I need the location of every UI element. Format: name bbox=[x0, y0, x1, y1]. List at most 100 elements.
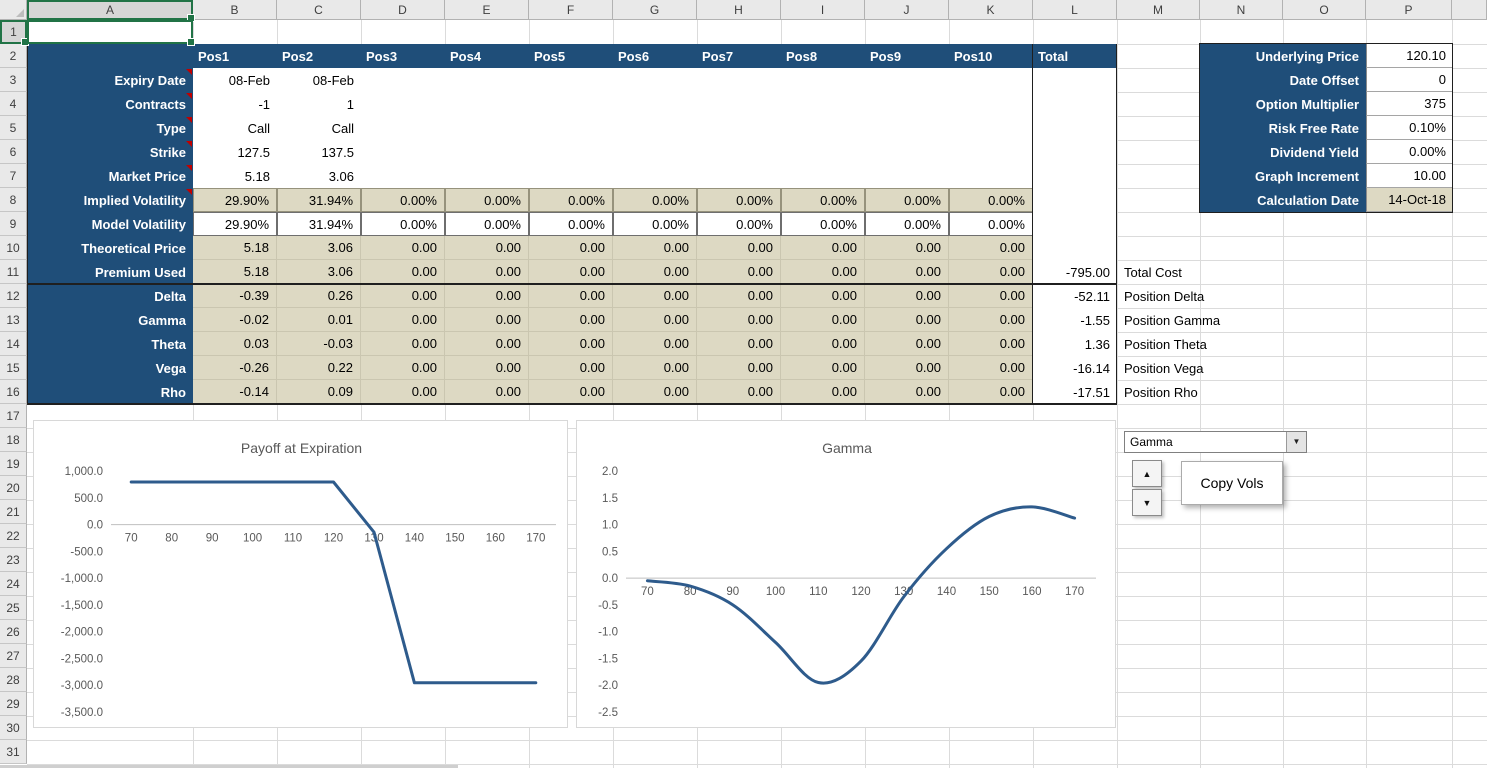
position-header-pos9[interactable]: Pos9 bbox=[865, 44, 949, 68]
cell-model-volatility-pos7[interactable]: 0.00% bbox=[697, 212, 781, 236]
cell-contracts-pos8[interactable] bbox=[781, 92, 865, 116]
cell-theoretical-price-pos7[interactable]: 0.00 bbox=[697, 236, 781, 260]
cell-theta-pos2[interactable]: -0.03 bbox=[277, 332, 361, 356]
cell-vega-pos9[interactable]: 0.00 bbox=[865, 356, 949, 380]
total-cell-market-price[interactable] bbox=[1033, 164, 1117, 188]
row-header-25[interactable]: 25 bbox=[0, 596, 27, 620]
total-cell-contracts[interactable] bbox=[1033, 92, 1117, 116]
chart-gamma[interactable]: Gamma2.01.51.00.50.0-0.5-1.0-1.5-2.0-2.5… bbox=[576, 420, 1116, 728]
cell-vega-pos8[interactable]: 0.00 bbox=[781, 356, 865, 380]
cell-theoretical-price-pos6[interactable]: 0.00 bbox=[613, 236, 697, 260]
cell-gamma-pos1[interactable]: -0.02 bbox=[193, 308, 277, 332]
cell-model-volatility-pos5[interactable]: 0.00% bbox=[529, 212, 613, 236]
cell-market-price-pos7[interactable] bbox=[697, 164, 781, 188]
total-cell-theoretical-price[interactable] bbox=[1033, 236, 1117, 260]
row-header-6[interactable]: 6 bbox=[0, 140, 27, 164]
cell-premium-used-pos2[interactable]: 3.06 bbox=[277, 260, 361, 284]
row-label-implied-volatility[interactable]: Implied Volatility bbox=[27, 188, 193, 212]
row-header-7[interactable]: 7 bbox=[0, 164, 27, 188]
cell-theta-pos6[interactable]: 0.00 bbox=[613, 332, 697, 356]
position-header-pos1[interactable]: Pos1 bbox=[193, 44, 277, 68]
total-cell-theta[interactable]: 1.36 bbox=[1033, 332, 1117, 356]
cell-theoretical-price-pos9[interactable]: 0.00 bbox=[865, 236, 949, 260]
cell-theoretical-price-pos1[interactable]: 5.18 bbox=[193, 236, 277, 260]
position-header-total[interactable]: Total bbox=[1033, 44, 1117, 68]
cell-model-volatility-pos6[interactable]: 0.00% bbox=[613, 212, 697, 236]
position-header-pos3[interactable]: Pos3 bbox=[361, 44, 445, 68]
cell-strike-pos6[interactable] bbox=[613, 140, 697, 164]
row-header-24[interactable]: 24 bbox=[0, 572, 27, 596]
position-header-pos6[interactable]: Pos6 bbox=[613, 44, 697, 68]
spin-up-button[interactable]: ▲ bbox=[1132, 460, 1162, 487]
cell-delta-pos8[interactable]: 0.00 bbox=[781, 284, 865, 308]
column-header-j[interactable]: J bbox=[865, 0, 949, 20]
cell-contracts-pos7[interactable] bbox=[697, 92, 781, 116]
cell-delta-pos3[interactable]: 0.00 bbox=[361, 284, 445, 308]
row-header-10[interactable]: 10 bbox=[0, 236, 27, 260]
cell-expiry-date-pos7[interactable] bbox=[697, 68, 781, 92]
cell-vega-pos2[interactable]: 0.22 bbox=[277, 356, 361, 380]
row-label-rho[interactable]: Rho bbox=[27, 380, 193, 404]
cell-premium-used-pos4[interactable]: 0.00 bbox=[445, 260, 529, 284]
cell-implied-volatility-pos7[interactable]: 0.00% bbox=[697, 188, 781, 212]
row-header-26[interactable]: 26 bbox=[0, 620, 27, 644]
cell-market-price-pos8[interactable] bbox=[781, 164, 865, 188]
cell-gamma-pos5[interactable]: 0.00 bbox=[529, 308, 613, 332]
total-cell-gamma[interactable]: -1.55 bbox=[1033, 308, 1117, 332]
cell-type-pos10[interactable] bbox=[949, 116, 1033, 140]
cell-market-price-pos6[interactable] bbox=[613, 164, 697, 188]
position-header-pos4[interactable]: Pos4 bbox=[445, 44, 529, 68]
column-header-o[interactable]: O bbox=[1283, 0, 1366, 20]
copy-vols-button[interactable]: Copy Vols bbox=[1181, 461, 1283, 505]
cell-implied-volatility-pos6[interactable]: 0.00% bbox=[613, 188, 697, 212]
row-header-3[interactable]: 3 bbox=[0, 68, 27, 92]
cell-theta-pos1[interactable]: 0.03 bbox=[193, 332, 277, 356]
cell-vega-pos5[interactable]: 0.00 bbox=[529, 356, 613, 380]
row-header-9[interactable]: 9 bbox=[0, 212, 27, 236]
column-header-d[interactable]: D bbox=[361, 0, 445, 20]
row-header-1[interactable]: 1 bbox=[0, 20, 27, 44]
table-corner-cell[interactable] bbox=[27, 44, 193, 68]
cell-theoretical-price-pos2[interactable]: 3.06 bbox=[277, 236, 361, 260]
cell-delta-pos5[interactable]: 0.00 bbox=[529, 284, 613, 308]
cell-rho-pos5[interactable]: 0.00 bbox=[529, 380, 613, 404]
cell-type-pos2[interactable]: Call bbox=[277, 116, 361, 140]
cell-gamma-pos8[interactable]: 0.00 bbox=[781, 308, 865, 332]
row-label-contracts[interactable]: Contracts bbox=[27, 92, 193, 116]
cell-theta-pos4[interactable]: 0.00 bbox=[445, 332, 529, 356]
cell-theoretical-price-pos3[interactable]: 0.00 bbox=[361, 236, 445, 260]
cell-expiry-date-pos6[interactable] bbox=[613, 68, 697, 92]
position-header-pos10[interactable]: Pos10 bbox=[949, 44, 1033, 68]
position-header-pos2[interactable]: Pos2 bbox=[277, 44, 361, 68]
cell-contracts-pos10[interactable] bbox=[949, 92, 1033, 116]
cell-model-volatility-pos4[interactable]: 0.00% bbox=[445, 212, 529, 236]
cell-contracts-pos4[interactable] bbox=[445, 92, 529, 116]
cell-premium-used-pos10[interactable]: 0.00 bbox=[949, 260, 1033, 284]
cell-implied-volatility-pos5[interactable]: 0.00% bbox=[529, 188, 613, 212]
cell-delta-pos9[interactable]: 0.00 bbox=[865, 284, 949, 308]
row-header-16[interactable]: 16 bbox=[0, 380, 27, 404]
dropdown-arrow-button[interactable]: ▼ bbox=[1286, 432, 1306, 452]
row-header-11[interactable]: 11 bbox=[0, 260, 27, 284]
cell-gamma-pos10[interactable]: 0.00 bbox=[949, 308, 1033, 332]
cell-gamma-pos7[interactable]: 0.00 bbox=[697, 308, 781, 332]
cell-gamma-pos4[interactable]: 0.00 bbox=[445, 308, 529, 332]
cell-expiry-date-pos5[interactable] bbox=[529, 68, 613, 92]
column-header-p[interactable]: P bbox=[1366, 0, 1452, 20]
cell-rho-pos2[interactable]: 0.09 bbox=[277, 380, 361, 404]
cell-implied-volatility-pos2[interactable]: 31.94% bbox=[277, 188, 361, 212]
column-header-a[interactable]: A bbox=[27, 0, 193, 20]
cell-strike-pos8[interactable] bbox=[781, 140, 865, 164]
column-header-l[interactable]: L bbox=[1033, 0, 1117, 20]
row-header-12[interactable]: 12 bbox=[0, 284, 27, 308]
cell-vega-pos10[interactable]: 0.00 bbox=[949, 356, 1033, 380]
cell-contracts-pos5[interactable] bbox=[529, 92, 613, 116]
cell-delta-pos10[interactable]: 0.00 bbox=[949, 284, 1033, 308]
cell-rho-pos7[interactable]: 0.00 bbox=[697, 380, 781, 404]
row-header-18[interactable]: 18 bbox=[0, 428, 27, 452]
cell-theta-pos5[interactable]: 0.00 bbox=[529, 332, 613, 356]
total-cell-premium-used[interactable]: -795.00 bbox=[1033, 260, 1117, 284]
cell-rho-pos3[interactable]: 0.00 bbox=[361, 380, 445, 404]
cell-expiry-date-pos8[interactable] bbox=[781, 68, 865, 92]
cell-premium-used-pos5[interactable]: 0.00 bbox=[529, 260, 613, 284]
